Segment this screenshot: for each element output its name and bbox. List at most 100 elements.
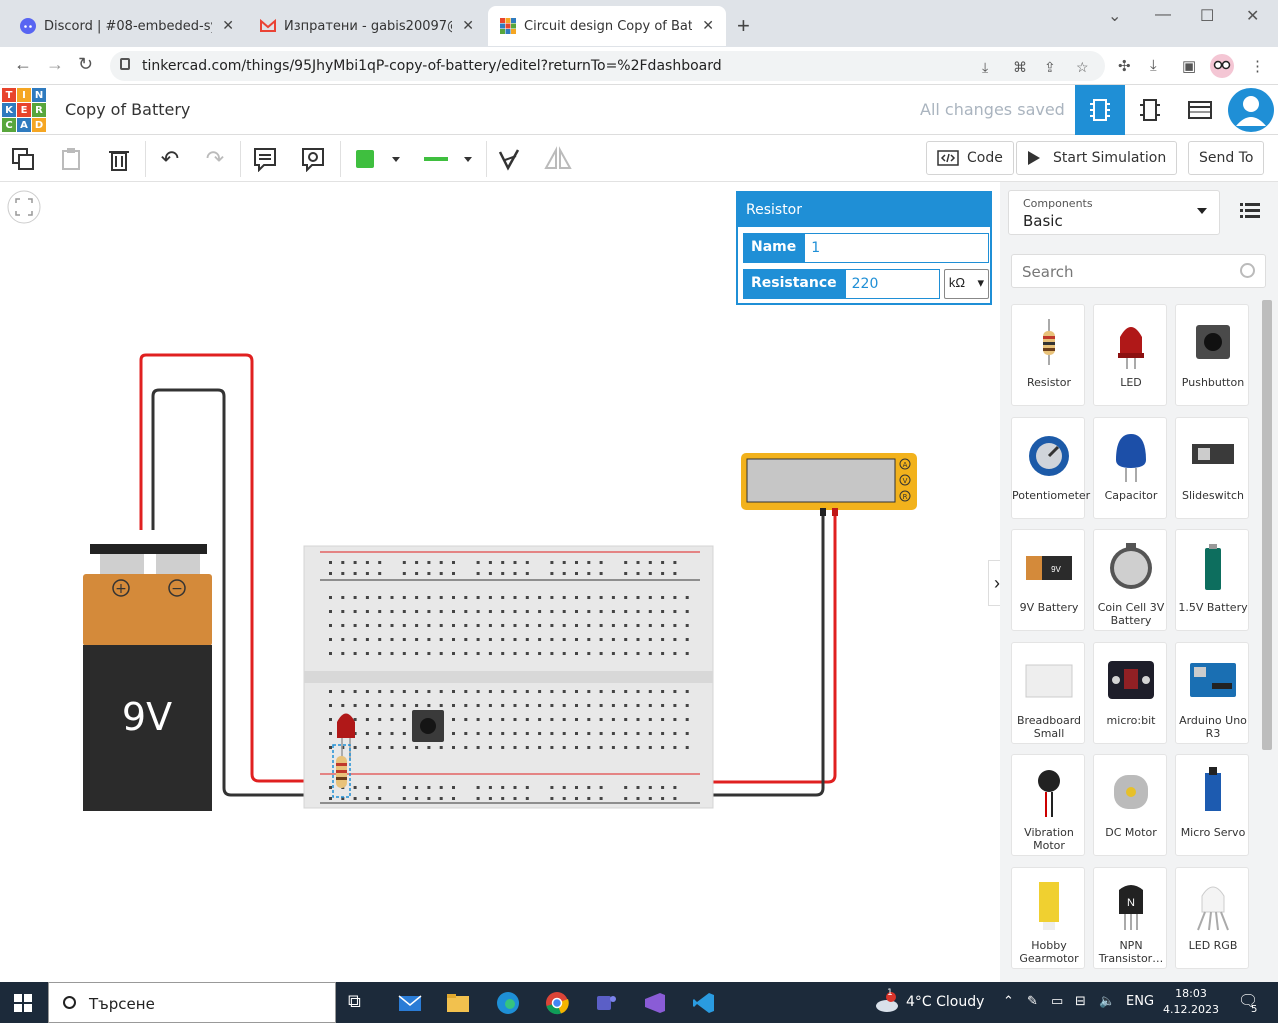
fit-view-icon[interactable] xyxy=(7,190,41,224)
component-tile[interactable]: Slideswitch xyxy=(1175,416,1249,519)
clock[interactable]: 18:03 4.12.2023 г. xyxy=(1160,986,1222,1023)
translate-icon[interactable]: ⌘ xyxy=(1013,59,1027,76)
teams-icon[interactable] xyxy=(594,991,618,1015)
chrome-browser-icon[interactable] xyxy=(545,991,569,1015)
clock-time: 18:03 xyxy=(1175,987,1207,1000)
name-field[interactable]: 1 xyxy=(804,233,989,263)
search-input[interactable]: Search xyxy=(1011,254,1266,288)
chevron-up-icon[interactable]: ⌃ xyxy=(1003,994,1014,1009)
edge-browser-icon[interactable] xyxy=(496,991,520,1015)
list-view-icon[interactable] xyxy=(1240,202,1260,218)
notes-icon[interactable] xyxy=(250,144,280,174)
unit-select[interactable]: kΩ ▾ xyxy=(943,269,989,299)
pushbutton-component[interactable] xyxy=(412,710,444,742)
project-name[interactable]: Copy of Battery xyxy=(65,100,190,119)
tab-tinkercad[interactable]: Circuit design Copy of Battery | Tinkerc… xyxy=(488,6,726,46)
meter-mode-r[interactable]: R xyxy=(903,493,908,501)
menu-dots-icon[interactable]: ⋮ xyxy=(1250,57,1265,75)
breadboard[interactable] xyxy=(303,545,714,809)
address-bar[interactable]: tinkercad.com/things/95JhyMbi1qP-copy-of… xyxy=(110,51,1105,81)
multimeter[interactable]: A V R xyxy=(741,453,917,516)
forward-icon[interactable]: → xyxy=(46,54,64,75)
scrollbar[interactable] xyxy=(1262,300,1272,750)
pen-icon[interactable]: ✎ xyxy=(1027,994,1038,1009)
tinkercad-logo[interactable]: T I N K E R C A D xyxy=(2,88,46,132)
component-tile[interactable]: 1.5V Battery xyxy=(1175,529,1249,631)
component-tile[interactable]: N NPN Transistor… xyxy=(1093,866,1167,969)
url-text[interactable]: tinkercad.com/things/95JhyMbi1qP-copy-of… xyxy=(142,58,722,74)
task-view-icon[interactable]: ⧉ xyxy=(348,991,372,1015)
maximize-icon[interactable]: ☐ xyxy=(1200,6,1214,26)
file-explorer-icon[interactable] xyxy=(446,991,470,1015)
language-indicator[interactable]: ENG xyxy=(1126,994,1154,1009)
close-tab-icon[interactable]: ✕ xyxy=(702,18,714,34)
delete-icon[interactable] xyxy=(104,144,134,174)
redo-icon[interactable]: ↷ xyxy=(200,144,230,174)
windows-start-icon[interactable] xyxy=(14,994,32,1012)
component-tile[interactable]: Coin Cell 3V Battery xyxy=(1093,529,1167,631)
taskbar-search[interactable]: Търсене xyxy=(48,982,336,1023)
component-tile[interactable]: LED xyxy=(1093,304,1167,406)
close-tab-icon[interactable]: ✕ xyxy=(222,18,234,34)
tab-discord[interactable]: Discord | #08-embeded-systems ✕ xyxy=(8,6,246,46)
fill-color-picker[interactable] xyxy=(350,144,406,174)
flip-icon[interactable] xyxy=(543,144,573,174)
undo-icon[interactable]: ↶ xyxy=(155,144,185,174)
component-tile[interactable]: Micro Servo xyxy=(1175,754,1249,856)
volume-icon[interactable]: 🔈 xyxy=(1099,994,1115,1009)
component-tile[interactable]: DC Motor xyxy=(1093,754,1167,856)
back-icon[interactable]: ← xyxy=(14,54,32,75)
wire-color-picker[interactable] xyxy=(418,144,480,174)
components-dropdown[interactable]: Components Basic xyxy=(1008,190,1220,235)
component-tile[interactable]: Potentiometer xyxy=(1011,416,1090,519)
component-list-view-button[interactable] xyxy=(1175,85,1225,135)
battery-9v[interactable]: + − 9V xyxy=(83,544,212,811)
paste-icon[interactable] xyxy=(56,144,86,174)
vscode-icon[interactable] xyxy=(692,991,716,1015)
reload-icon[interactable]: ↻ xyxy=(78,54,93,75)
copy-icon[interactable] xyxy=(8,144,38,174)
share-icon[interactable]: ⇪ xyxy=(1044,59,1056,76)
minimize-icon[interactable]: — xyxy=(1155,6,1171,24)
component-tile[interactable]: Capacitor xyxy=(1093,416,1167,519)
new-tab-icon[interactable]: + xyxy=(737,13,750,39)
profile-avatar[interactable] xyxy=(1210,54,1234,78)
component-tile[interactable]: LED RGB xyxy=(1175,866,1249,969)
component-tile[interactable]: Arduino Uno R3 xyxy=(1175,641,1249,744)
download-icon[interactable]: ⤓ xyxy=(1150,57,1157,74)
component-tile[interactable]: Breadboard Small xyxy=(1011,641,1085,744)
meter-negative-wire[interactable] xyxy=(700,512,825,797)
visual-studio-icon[interactable] xyxy=(643,991,667,1015)
start-simulation-button[interactable]: Start Simulation xyxy=(1016,141,1178,175)
component-tile[interactable]: Resistor xyxy=(1011,304,1085,406)
notes-visibility-icon[interactable] xyxy=(298,144,328,174)
component-tile[interactable]: Vibration Motor xyxy=(1011,754,1085,856)
meter-mode-a[interactable]: A xyxy=(903,461,908,469)
weather-text[interactable]: 4°C Cloudy xyxy=(906,994,984,1010)
network-icon[interactable]: ⊟ xyxy=(1075,994,1086,1009)
tab-gmail[interactable]: Изпратени - gabis20097@gmail ✕ xyxy=(248,6,486,46)
circuit-view-button[interactable] xyxy=(1075,85,1125,135)
send-to-button[interactable]: Send To xyxy=(1188,141,1265,175)
close-window-icon[interactable]: ✕ xyxy=(1246,6,1259,26)
component-tile[interactable]: Pushbutton xyxy=(1175,304,1249,406)
component-tile-label: LED RGB xyxy=(1188,938,1238,952)
component-tile[interactable]: 9V 9V Battery xyxy=(1011,529,1085,631)
user-avatar[interactable] xyxy=(1228,88,1274,132)
mail-app-icon[interactable] xyxy=(398,991,422,1015)
code-button[interactable]: Code xyxy=(926,141,1014,175)
monitor-icon[interactable]: ▭ xyxy=(1051,994,1063,1009)
extensions-icon[interactable]: ✣ xyxy=(1118,57,1131,75)
chevron-down-icon[interactable]: ⌄ xyxy=(1108,6,1121,26)
resistance-field[interactable]: 220 xyxy=(844,269,940,299)
install-icon[interactable]: ⤓ xyxy=(982,59,988,76)
component-tile[interactable]: Hobby Gearmotor xyxy=(1011,866,1085,969)
rotate-icon[interactable] xyxy=(494,144,524,174)
close-tab-icon[interactable]: ✕ xyxy=(462,18,474,34)
sidepanel-icon[interactable]: ▣ xyxy=(1182,57,1196,75)
schematic-view-button[interactable] xyxy=(1125,85,1175,135)
meter-mode-v[interactable]: V xyxy=(903,477,908,485)
component-tile[interactable]: micro:bit xyxy=(1093,641,1167,744)
meter-positive-wire[interactable] xyxy=(700,512,837,784)
bookmark-star-icon[interactable]: ☆ xyxy=(1076,59,1089,76)
